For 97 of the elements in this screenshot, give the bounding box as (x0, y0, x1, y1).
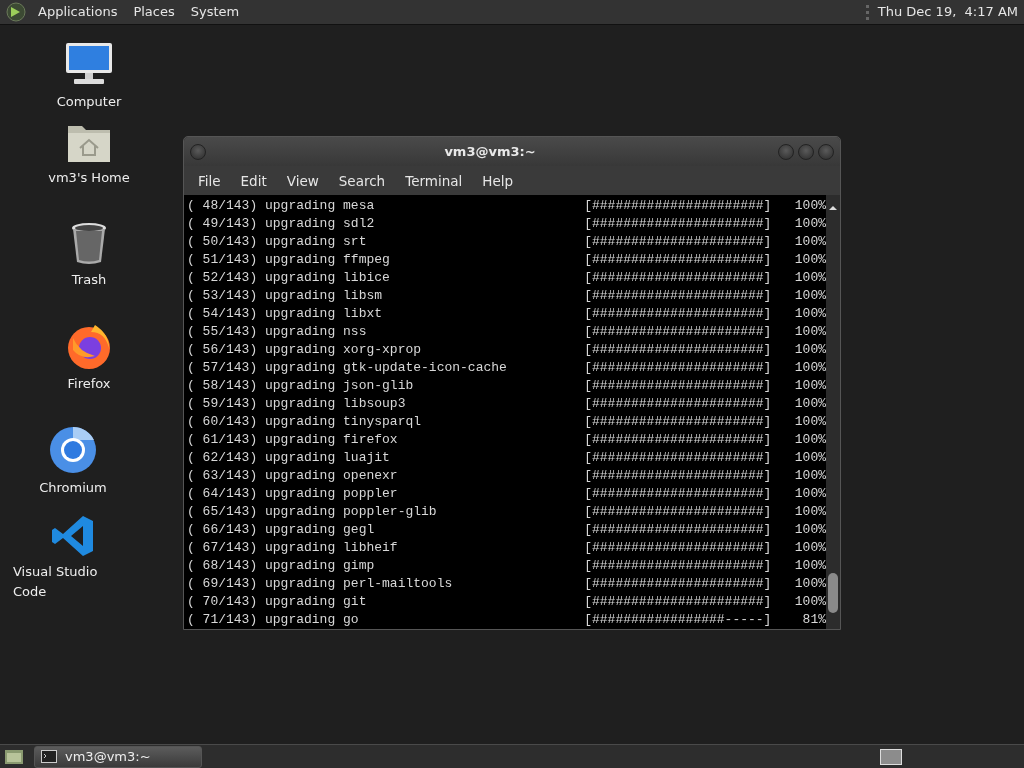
package-status: ( 64/143) upgrading poppler (187, 485, 399, 503)
percent-label: 100% (793, 197, 826, 215)
package-status: ( 48/143) upgrading mesa (187, 197, 376, 215)
progress-text: [######################] (584, 413, 772, 431)
percent-label: 100% (793, 359, 826, 377)
package-status: ( 58/143) upgrading json-glib (187, 377, 415, 395)
app-menu-icon[interactable] (6, 1, 26, 23)
icon-label[interactable]: Computer (56, 92, 122, 112)
icon-label[interactable]: Firefox (67, 374, 111, 394)
menu-item[interactable]: File (188, 170, 231, 191)
percent-label: 100% (793, 467, 826, 485)
progress-text: [######################] (584, 395, 772, 413)
terminal-icon (41, 750, 57, 763)
package-status: ( 50/143) upgrading srt (187, 233, 368, 251)
progress-text: [#################-----] (584, 611, 772, 629)
progress-text: [######################] (584, 449, 772, 467)
percent-label: 100% (793, 557, 826, 575)
percent-label: 100% (793, 287, 826, 305)
package-status: ( 59/143) upgrading libsoup3 (187, 395, 407, 413)
progress-text: [######################] (584, 323, 772, 341)
progress-text: [######################] (584, 305, 772, 323)
percent-label: 100% (793, 431, 826, 449)
percent-label: 100% (793, 377, 826, 395)
progress-text: [######################] (584, 359, 772, 377)
percent-label: 100% (793, 305, 826, 323)
percent-label: 100% (793, 341, 826, 359)
percent-label: 100% (793, 521, 826, 539)
package-status: ( 55/143) upgrading nss (187, 323, 368, 341)
clock[interactable]: Thu Dec 19, 4:17 AM (877, 2, 1018, 22)
package-status: ( 52/143) upgrading libice (187, 269, 391, 287)
package-status: ( 51/143) upgrading ffmpeg (187, 251, 391, 269)
progress-text: [######################] (584, 287, 772, 305)
menu-item[interactable]: Edit (230, 170, 277, 191)
percent-label: 100% (793, 485, 826, 503)
progress-text: [######################] (584, 557, 772, 575)
icon-label[interactable]: vm3's Home (48, 168, 130, 188)
package-status: ( 61/143) upgrading firefox (187, 431, 399, 449)
icon-label[interactable]: Visual Studio Code (13, 562, 133, 601)
percent-label: 100% (793, 215, 826, 233)
percent-label: 100% (793, 251, 826, 269)
package-status: ( 56/143) upgrading xorg-xprop (187, 341, 423, 359)
workspace-switcher[interactable] (880, 748, 902, 765)
menu-item[interactable]: Search (328, 170, 396, 191)
package-status: ( 67/143) upgrading libheif (187, 539, 399, 557)
percent-label: 100% (793, 269, 826, 287)
progress-text: [######################] (584, 269, 772, 287)
percent-label: 100% (793, 503, 826, 521)
progress-text: [######################] (584, 431, 772, 449)
window-title: vm3@vm3:~ (443, 143, 537, 161)
taskbar-button[interactable]: vm3@vm3:~ (34, 745, 202, 768)
panel-handle-icon (865, 2, 870, 22)
percent-label: 100% (793, 323, 826, 341)
progress-text: [######################] (584, 467, 772, 485)
percent-label: 81% (801, 611, 826, 629)
package-status: ( 68/143) upgrading gimp (187, 557, 376, 575)
progress-text: [######################] (584, 521, 772, 539)
progress-text: [######################] (584, 251, 772, 269)
percent-label: 100% (793, 575, 826, 593)
percent-label: 100% (793, 233, 826, 251)
package-status: ( 71/143) upgrading go (187, 611, 360, 629)
progress-text: [######################] (584, 215, 772, 233)
scroll-thumb[interactable] (828, 573, 838, 613)
percent-label: 100% (793, 395, 826, 413)
progress-text: [######################] (584, 575, 772, 593)
scrollbar[interactable] (826, 195, 840, 629)
panel-menu[interactable]: System (182, 2, 248, 22)
progress-text: [######################] (584, 539, 772, 557)
package-status: ( 49/143) upgrading sdl2 (187, 215, 376, 233)
icon-label[interactable]: Chromium (39, 478, 107, 498)
package-status: ( 65/143) upgrading poppler-glib (187, 503, 438, 521)
package-status: ( 53/143) upgrading libsm (187, 287, 384, 305)
menu-item[interactable]: Terminal (395, 170, 473, 191)
progress-text: [######################] (584, 503, 772, 521)
show-desktop-icon[interactable] (4, 747, 24, 766)
package-status: ( 69/143) upgrading perl-mailtools (187, 575, 454, 593)
package-status: ( 66/143) upgrading gegl (187, 521, 376, 539)
progress-text: [######################] (584, 485, 772, 503)
percent-label: 100% (793, 593, 826, 611)
package-status: ( 63/143) upgrading openexr (187, 467, 399, 485)
percent-label: 100% (793, 539, 826, 557)
package-status: ( 62/143) upgrading luajit (187, 449, 391, 467)
panel-menu[interactable]: Places (125, 2, 183, 22)
progress-text: [######################] (584, 341, 772, 359)
progress-text: [######################] (584, 377, 772, 395)
progress-text: [######################] (584, 233, 772, 251)
panel-menu[interactable]: Applications (30, 2, 126, 22)
package-status: ( 70/143) upgrading git (187, 593, 368, 611)
package-status: ( 54/143) upgrading libxt (187, 305, 384, 323)
progress-text: [######################] (584, 197, 772, 215)
progress-text: [######################] (584, 593, 772, 611)
menu-item[interactable]: Help (472, 170, 524, 191)
percent-label: 100% (793, 413, 826, 431)
menu-item[interactable]: View (276, 170, 329, 191)
icon-label[interactable]: Trash (71, 270, 107, 290)
percent-label: 100% (793, 449, 826, 467)
package-status: ( 57/143) upgrading gtk-update-icon-cache (187, 359, 508, 377)
package-status: ( 60/143) upgrading tinysparql (187, 413, 423, 431)
